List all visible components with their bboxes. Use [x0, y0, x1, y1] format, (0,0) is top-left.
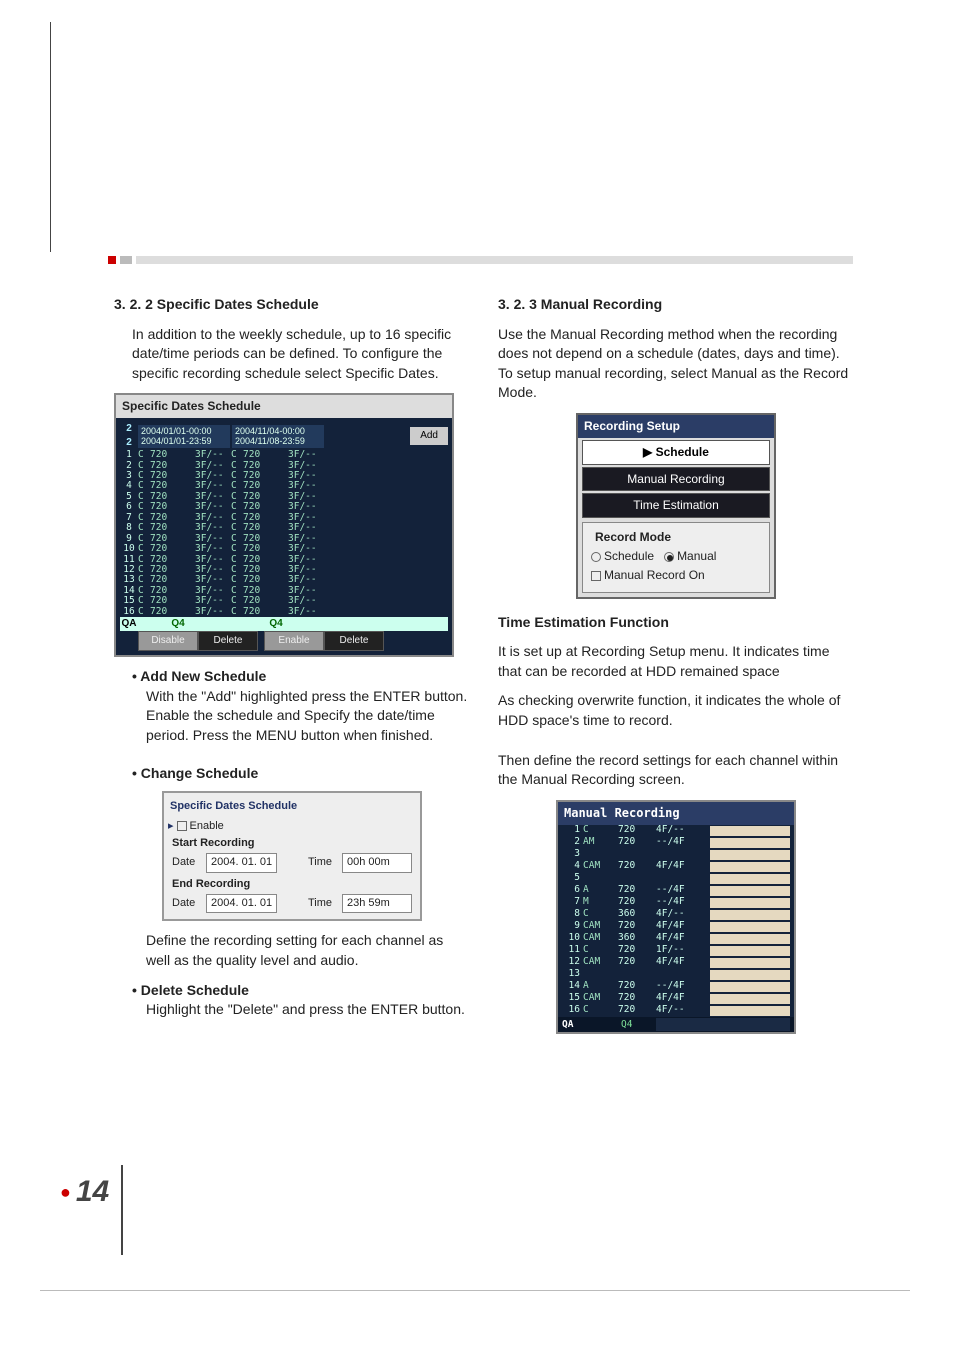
footer-rule — [40, 1290, 910, 1291]
header-accent — [108, 256, 853, 264]
change-schedule-dialog: Specific Dates Schedule Enable Start Rec… — [162, 791, 422, 921]
sds-row: 14C7203F/--C7203F/-- — [120, 586, 448, 596]
rs-group-legend: Record Mode — [591, 529, 675, 546]
mr-row: 15CAM7204F/4F — [558, 993, 794, 1005]
sds-delete-button-b[interactable]: Delete — [324, 631, 384, 651]
mr-row: 1C7204F/-- — [558, 825, 794, 837]
sds-row: 4C7203F/--C7203F/-- — [120, 481, 448, 491]
mr-row: 14A720--/4F — [558, 981, 794, 993]
mr-row: 5 — [558, 873, 794, 885]
sds-row: 9C7203F/--C7203F/-- — [120, 534, 448, 544]
sds-row: 2C7203F/--C7203F/-- — [120, 461, 448, 471]
time-est-body2: As checking overwrite function, it indic… — [498, 691, 854, 730]
bullet-add-title: Add New Schedule — [114, 667, 470, 687]
sds-add-button[interactable]: Add — [410, 427, 448, 445]
sds-row: 13C7203F/--C7203F/-- — [120, 575, 448, 585]
dlg-enable-row[interactable]: Enable — [168, 819, 416, 834]
page-bullet-icon — [60, 1175, 76, 1208]
mr-qa-val: Q4 — [618, 1018, 656, 1031]
time-est-heading: Time Estimation Function — [498, 613, 854, 633]
rs-chk-manual-on[interactable]: Manual Record On — [591, 567, 761, 584]
dlg-title: Specific Dates Schedule — [168, 797, 416, 818]
left-intro: In addition to the weekly schedule, up t… — [114, 325, 470, 384]
mr-row: 9CAM7204F/4F — [558, 921, 794, 933]
sds-hdr-b1: 2004/11/04-00:00 — [235, 426, 321, 436]
manual-recording-figure: Manual Recording 1C7204F/--2AM720--/4F34… — [556, 800, 796, 1034]
dlg-date-label-2: Date — [172, 896, 202, 911]
rs-opt-schedule[interactable]: Schedule Manual — [591, 548, 761, 565]
mr-row: 3 — [558, 849, 794, 861]
sds-row: 16C7203F/--C7203F/-- — [120, 607, 448, 617]
sds-row: 1C7203F/--C7203F/-- — [120, 450, 448, 460]
mr-row: 16C7204F/-- — [558, 1005, 794, 1017]
margin-rule — [50, 22, 51, 252]
dlg-start-label: Start Recording — [168, 836, 416, 851]
mr-row: 4CAM7204F/4F — [558, 861, 794, 873]
sds-row: 5C7203F/--C7203F/-- — [120, 492, 448, 502]
dlg-enable-label: Enable — [190, 820, 224, 832]
mr-row: 8C3604F/-- — [558, 909, 794, 921]
rs-title: Recording Setup — [578, 415, 774, 438]
bullet-delete-title: Delete Schedule — [114, 981, 470, 1001]
sds-hdr-a1: 2004/01/01-00:00 — [141, 426, 227, 436]
right-intro: Use the Manual Recording method when the… — [498, 325, 854, 403]
mr-row: 6A720--/4F — [558, 885, 794, 897]
mr-qa-label: QA — [562, 1018, 580, 1031]
mr-row: 11C7201F/-- — [558, 945, 794, 957]
specific-dates-figure: Specific Dates Schedule 2 2 2004/01/01-00… — [114, 393, 454, 657]
right-heading: 3. 2. 3 Manual Recording — [498, 295, 854, 315]
sds-row: 7C7203F/--C7203F/-- — [120, 513, 448, 523]
bullet-change-title: Change Schedule — [114, 764, 470, 784]
mr-row: 12CAM7204F/4F — [558, 957, 794, 969]
dlg-time-label-2: Time — [308, 896, 338, 911]
rs-item-manual[interactable]: Manual Recording — [582, 467, 770, 492]
left-column: 3. 2. 2 Specific Dates Schedule In addit… — [114, 295, 470, 1034]
sds-row: 12C7203F/--C7203F/-- — [120, 565, 448, 575]
mr-title: Manual Recording — [558, 802, 794, 825]
page-number: 14 — [60, 1165, 123, 1255]
sds-row: 3C7203F/--C7203F/-- — [120, 471, 448, 481]
sds-row: 15C7203F/--C7203F/-- — [120, 596, 448, 606]
sds-qa-label: QA — [120, 617, 138, 631]
dlg-time-label-1: Time — [308, 855, 338, 870]
sds-hdr-b2: 2004/11/08-23:59 — [235, 436, 321, 446]
dlg-end-label: End Recording — [168, 877, 416, 892]
rs-item-time[interactable]: Time Estimation — [582, 493, 770, 518]
sds-row: 11C7203F/--C7203F/-- — [120, 555, 448, 565]
sds-row: 6C7203F/--C7203F/-- — [120, 502, 448, 512]
sds-qa-b: Q4 — [236, 617, 316, 631]
sds-disable-button[interactable]: Disable — [138, 631, 198, 651]
sds-sel-top: 2 — [126, 423, 132, 434]
sds-row: 8C7203F/--C7203F/-- — [120, 523, 448, 533]
time-est-body1: It is set up at Recording Setup menu. It… — [498, 642, 854, 681]
sds-qa-a: Q4 — [138, 617, 218, 631]
dlg-date-label-1: Date — [172, 855, 202, 870]
mr-row: 10CAM3604F/4F — [558, 933, 794, 945]
bullet-change-body: Define the recording setting for each ch… — [114, 931, 470, 970]
sds-enable-button[interactable]: Enable — [264, 631, 324, 651]
sds-row: 10C7203F/--C7203F/-- — [120, 544, 448, 554]
then-body: Then define the record settings for each… — [498, 751, 854, 790]
dlg-end-date[interactable]: 2004. 01. 01 — [206, 894, 277, 913]
sds-sel-bot: 2 — [126, 437, 132, 448]
rs-item-schedule[interactable]: Schedule — [582, 440, 770, 465]
sds-hdr-a2: 2004/01/01-23:59 — [141, 436, 227, 446]
recording-setup-figure: Recording Setup Schedule Manual Recordin… — [576, 413, 776, 599]
sds-delete-button-a[interactable]: Delete — [198, 631, 258, 651]
sds-title: Specific Dates Schedule — [116, 395, 452, 418]
bullet-add-body: With the "Add" highlighted press the ENT… — [114, 687, 470, 746]
mr-row: 7M720--/4F — [558, 897, 794, 909]
mr-row: 13 — [558, 969, 794, 981]
right-column: 3. 2. 3 Manual Recording Use the Manual … — [498, 295, 854, 1034]
mr-row: 2AM720--/4F — [558, 837, 794, 849]
content-columns: 3. 2. 2 Specific Dates Schedule In addit… — [114, 295, 854, 1034]
dlg-start-date[interactable]: 2004. 01. 01 — [206, 853, 277, 872]
bullet-delete-body: Highlight the "Delete" and press the ENT… — [114, 1000, 470, 1020]
dlg-end-time[interactable]: 23h 59m — [342, 894, 412, 913]
left-heading: 3. 2. 2 Specific Dates Schedule — [114, 295, 470, 315]
dlg-start-time[interactable]: 00h 00m — [342, 853, 412, 872]
